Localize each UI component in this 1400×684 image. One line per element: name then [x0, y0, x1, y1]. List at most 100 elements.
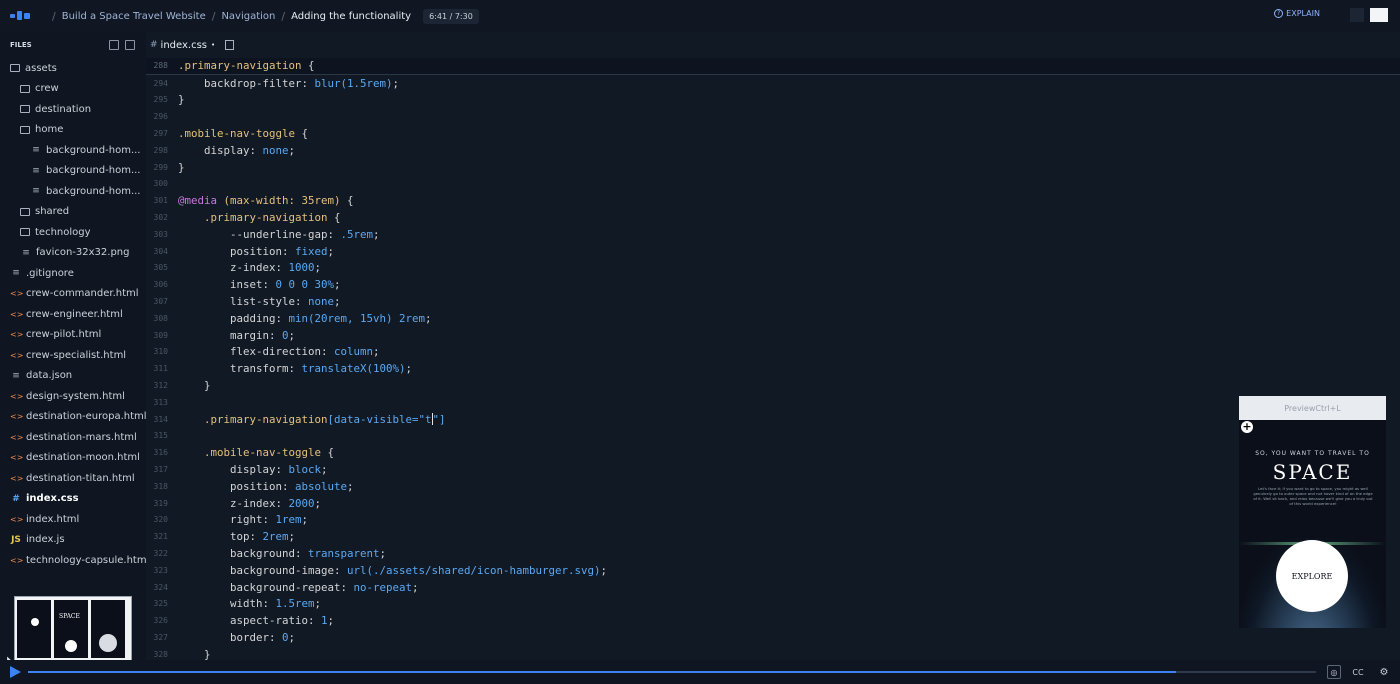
code-line[interactable]: 316 .mobile-nav-toggle {: [146, 444, 1400, 461]
code-line[interactable]: 321 top: 2rem;: [146, 528, 1400, 545]
code-line[interactable]: 303 --underline-gap: .5rem;: [146, 226, 1400, 243]
code-token: none: [262, 143, 289, 157]
new-folder-icon[interactable]: [125, 40, 135, 50]
speed-icon[interactable]: ◎: [1327, 665, 1341, 679]
code-line[interactable]: 307 list-style: none;: [146, 293, 1400, 310]
new-file-icon[interactable]: [109, 40, 119, 50]
code-token: @media: [178, 194, 224, 208]
file-tree-item[interactable]: ≡ background-hom...: [0, 161, 146, 182]
code-line[interactable]: 317 display: block;: [146, 461, 1400, 478]
code-token: 2rem: [262, 530, 289, 544]
progress-track[interactable]: [28, 671, 1316, 673]
file-tree-item[interactable]: <> crew-commander.html: [0, 284, 146, 305]
code-line[interactable]: 326 aspect-ratio: 1;: [146, 612, 1400, 629]
layout-split-button[interactable]: [1350, 8, 1364, 22]
settings-gear-icon[interactable]: ⚙: [1377, 665, 1391, 679]
file-tree-item[interactable]: shared: [0, 202, 146, 223]
code-line[interactable]: 298 display: none;: [146, 142, 1400, 159]
code-line[interactable]: 305 z-index: 1000;: [146, 260, 1400, 277]
file-tree-item[interactable]: <> index.html: [0, 509, 146, 530]
line-number: 300: [153, 179, 168, 189]
file-tree-item[interactable]: ≡ .gitignore: [0, 263, 146, 284]
code-line[interactable]: 301 @media (max-width: 35rem) {: [146, 192, 1400, 209]
html-file-icon: <>: [10, 330, 24, 340]
code-line[interactable]: 313: [146, 394, 1400, 411]
code-line[interactable]: 320 right: 1rem;: [146, 512, 1400, 529]
file-tree-item[interactable]: # index.css: [0, 489, 146, 510]
code-line[interactable]: 304 position: fixed;: [146, 243, 1400, 260]
file-tree-item[interactable]: ≡ background-hom...: [0, 181, 146, 202]
file-tree-item[interactable]: <> destination-titan.html: [0, 468, 146, 489]
code-line[interactable]: 308 padding: min(20rem, 15vh) 2rem;: [146, 310, 1400, 327]
file-tree-item[interactable]: home: [0, 120, 146, 141]
tab-index-css[interactable]: # index.css •: [150, 40, 215, 51]
preview-panel[interactable]: PreviewCtrl+L + SO, YOU WANT TO TRAVEL T…: [1239, 396, 1386, 628]
code-line[interactable]: 302 .primary-navigation {: [146, 209, 1400, 226]
add-icon[interactable]: +: [1241, 421, 1253, 433]
code-token: 1rem: [275, 513, 302, 527]
file-tree-item[interactable]: <> destination-mars.html: [0, 427, 146, 448]
code-editor[interactable]: # index.css • 288 .primary-navigation {29…: [146, 32, 1400, 663]
layout-preview-button[interactable]: [1370, 8, 1388, 22]
file-tree-item[interactable]: ≡ background-hom...: [0, 140, 146, 161]
file-tree-item[interactable]: <> crew-engineer.html: [0, 304, 146, 325]
line-number: 301: [153, 196, 168, 206]
code-line[interactable]: 315: [146, 428, 1400, 445]
code-line[interactable]: 306 inset: 0 0 0 30%;: [146, 276, 1400, 293]
code-area[interactable]: 288 .primary-navigation {294 backdrop-fil…: [146, 58, 1400, 663]
code-line[interactable]: 311 transform: translateX(100%);: [146, 360, 1400, 377]
file-tree-item[interactable]: technology: [0, 222, 146, 243]
file-tree-item-label: technology-capsule.html: [26, 554, 146, 566]
file-tree-item[interactable]: ≡ data.json: [0, 366, 146, 387]
code-line[interactable]: 323 background-image: url(./assets/share…: [146, 562, 1400, 579]
code-line[interactable]: 312 }: [146, 377, 1400, 394]
code-line[interactable]: 324 background-repeat: no-repeat;: [146, 579, 1400, 596]
play-icon[interactable]: [10, 666, 21, 678]
layout-toggle: [1350, 8, 1388, 22]
file-tree-item[interactable]: <> crew-pilot.html: [0, 325, 146, 346]
code-line[interactable]: 300: [146, 176, 1400, 193]
file-tree-item[interactable]: assets: [0, 58, 146, 79]
file-tree-item[interactable]: destination: [0, 99, 146, 120]
code-line[interactable]: 309 margin: 0;: [146, 327, 1400, 344]
code-line[interactable]: 294 backdrop-filter: blur(1.5rem);: [146, 75, 1400, 92]
code-line[interactable]: 318 position: absolute;: [146, 478, 1400, 495]
new-tab-icon[interactable]: [225, 40, 235, 50]
file-tree-item[interactable]: <> design-system.html: [0, 386, 146, 407]
captions-button[interactable]: CC: [1350, 665, 1366, 679]
file-tree-item[interactable]: <> technology-capsule.html: [0, 550, 146, 571]
html-file-icon: <>: [10, 432, 24, 442]
file-tree-item[interactable]: JS index.js: [0, 530, 146, 551]
code-line[interactable]: 325 width: 1.5rem;: [146, 596, 1400, 613]
code-line[interactable]: 296: [146, 108, 1400, 125]
explain-button[interactable]: ? EXPLAIN: [1274, 9, 1320, 18]
code-line[interactable]: 295}: [146, 92, 1400, 109]
file-tree-item[interactable]: <> destination-moon.html: [0, 448, 146, 469]
file-tree: assets crew destination home ≡ background-hom…: [0, 58, 146, 571]
scrimba-logo-icon[interactable]: [10, 9, 32, 23]
breadcrumb-course[interactable]: Build a Space Travel Website: [62, 11, 206, 22]
file-tree-item[interactable]: <> destination-europa.html: [0, 407, 146, 428]
code-line[interactable]: 327 border: 0;: [146, 629, 1400, 646]
file-tree-item[interactable]: <> crew-specialist.html: [0, 345, 146, 366]
file-tree-item[interactable]: ≡ favicon-32x32.png: [0, 243, 146, 264]
code-line[interactable]: 299}: [146, 159, 1400, 176]
preview-tagline: SO, YOU WANT TO TRAVEL TO: [1255, 450, 1370, 457]
explore-button[interactable]: EXPLORE: [1276, 540, 1348, 612]
code-line[interactable]: 288 .primary-navigation {: [146, 58, 1400, 75]
breadcrumb-section[interactable]: Navigation: [221, 11, 275, 22]
code-line[interactable]: 319 z-index: 2000;: [146, 495, 1400, 512]
code-line[interactable]: 322 background: transparent;: [146, 545, 1400, 562]
preview-header[interactable]: PreviewCtrl+L: [1239, 396, 1386, 420]
code-line[interactable]: 314 .primary-navigation [data-visible="t "…: [146, 411, 1400, 428]
code-line[interactable]: 297 .mobile-nav-toggle {: [146, 125, 1400, 142]
preview-thumbnail[interactable]: SPACE: [14, 596, 132, 662]
file-tree-item[interactable]: crew: [0, 79, 146, 100]
code-line[interactable]: 310 flex-direction: column;: [146, 344, 1400, 361]
